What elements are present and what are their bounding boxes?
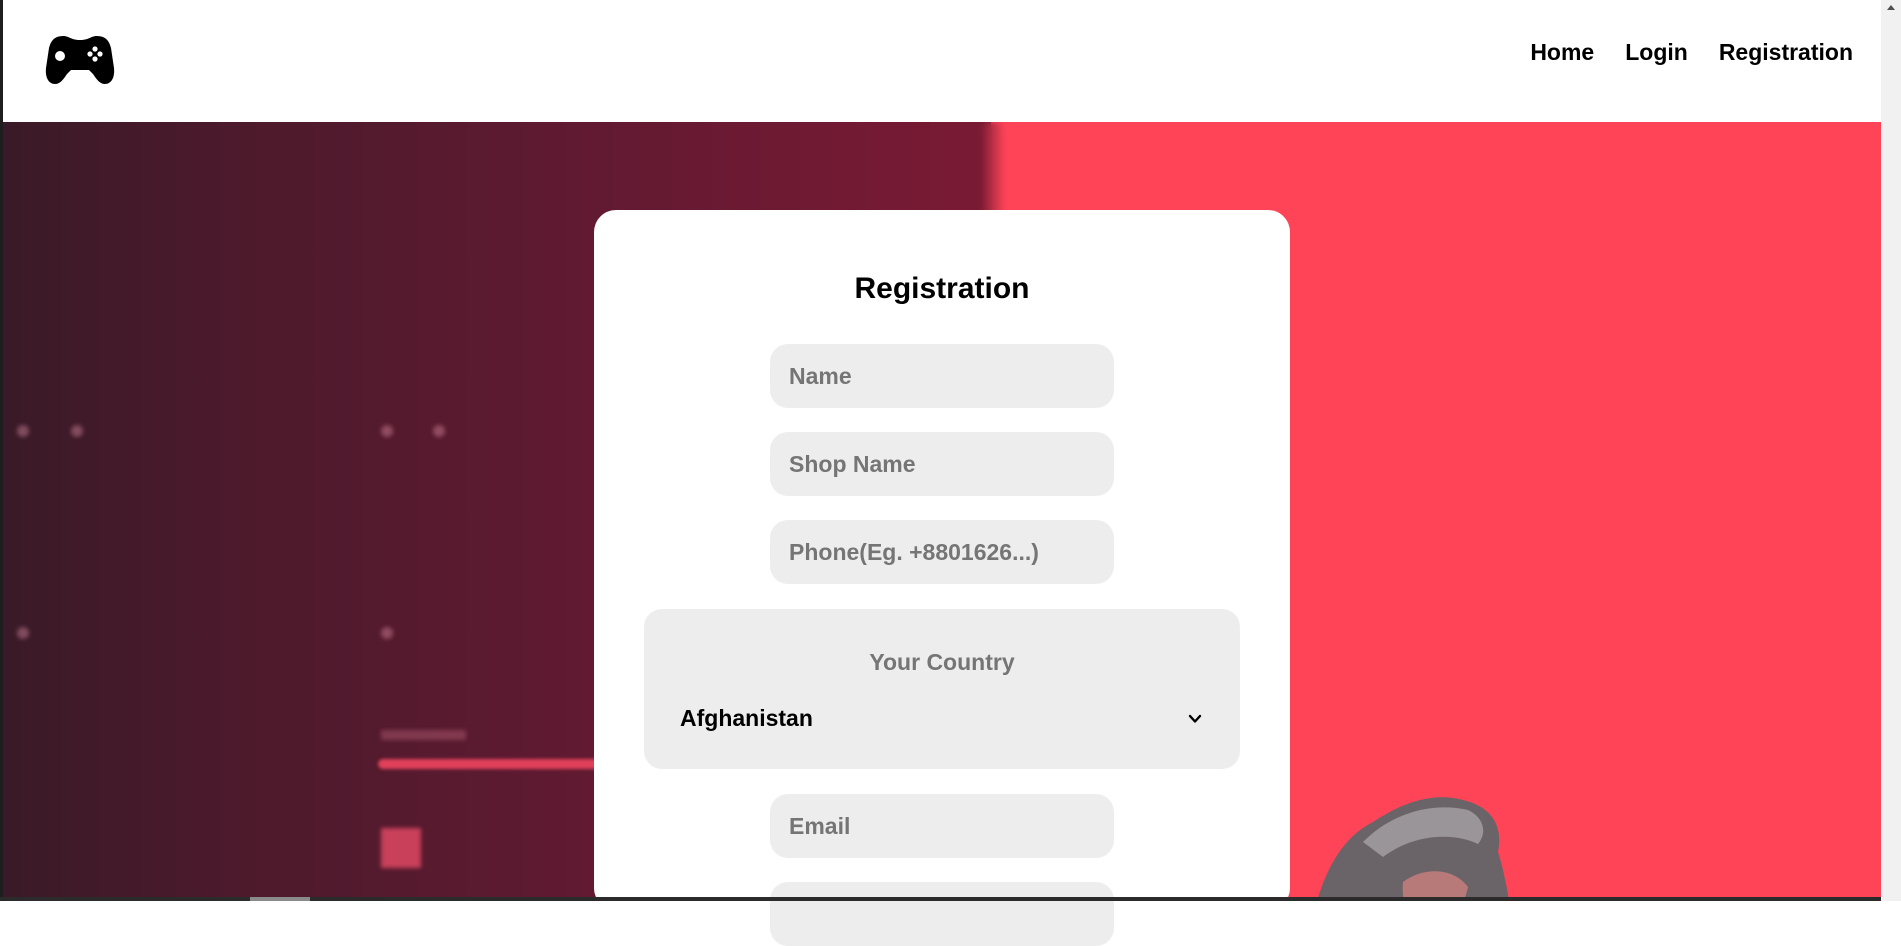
password-input[interactable] [770,882,1114,946]
vertical-scrollbar[interactable] [1881,0,1901,901]
blurred-background-text [381,730,466,740]
nav-login-link[interactable]: Login [1625,38,1688,66]
registration-card: Registration Your Country Afghanistan [594,210,1290,946]
decorative-dot [381,425,393,437]
background-figure-image [1317,797,1509,898]
country-label: Your Country [869,649,1015,675]
nav-home-link[interactable]: Home [1530,38,1594,66]
decorative-dot [433,425,445,437]
chevron-down-icon [1188,714,1202,723]
country-field: Your Country Afghanistan [644,609,1240,769]
nav-registration-link[interactable]: Registration [1719,38,1853,66]
decorative-dot [381,627,393,639]
shop-name-input[interactable] [770,432,1114,496]
gamepad-icon[interactable] [45,32,115,86]
decorative-dot [17,425,29,437]
main-nav: Home Login Registration [1530,38,1853,66]
registration-title: Registration [854,272,1030,305]
country-select[interactable]: Afghanistan [680,699,1204,739]
decorative-dot [17,627,29,639]
country-selected-value: Afghanistan [680,705,813,731]
email-input[interactable] [770,794,1114,858]
decorative-dot [71,425,83,437]
blurred-background-square [381,828,421,868]
scroll-up-arrow-icon[interactable] [1881,0,1901,14]
phone-input[interactable] [770,520,1114,584]
blurred-background-bar [378,759,618,769]
navbar: Home Login Registration [0,0,1881,122]
horizontal-scroll-thumb[interactable] [250,897,310,901]
name-input[interactable] [770,344,1114,408]
